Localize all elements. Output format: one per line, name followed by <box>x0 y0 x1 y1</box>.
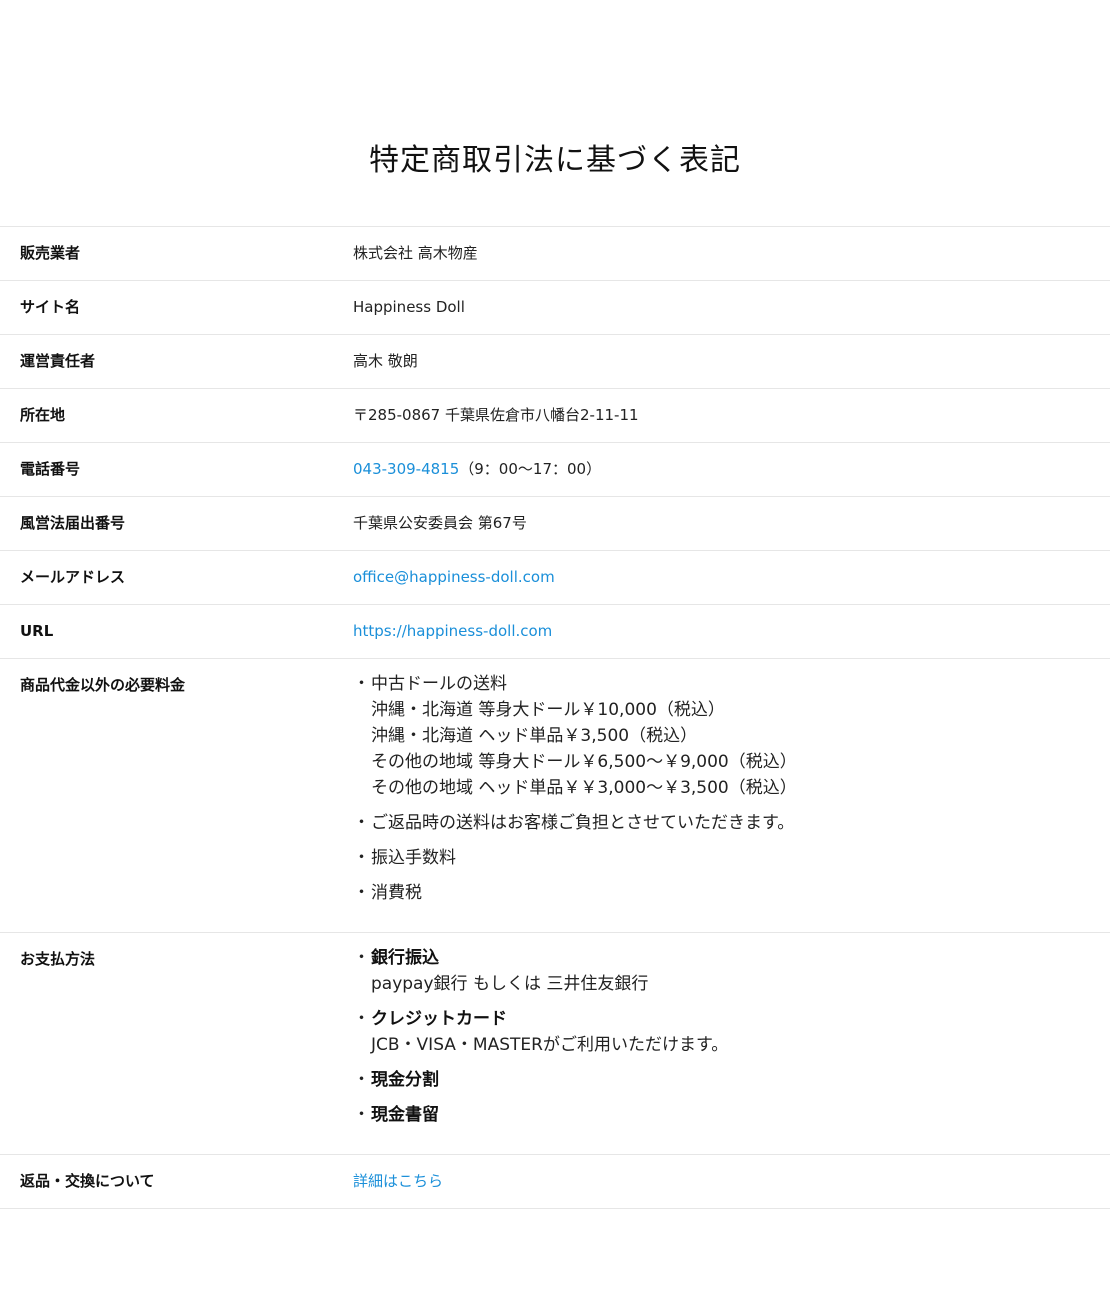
row-manager: 運営責任者 高木 敬朗 <box>0 334 1110 389</box>
fee-shipping-line: 沖縄・北海道 ヘッド単品￥3,500（税込） <box>371 726 698 746</box>
payment-list: 銀行振込 paypay銀行 もしくは 三井住友銀行 クレジットカード JCB・V… <box>353 945 1110 1128</box>
row-value: Happiness Doll <box>353 298 465 316</box>
list-item: 消費税 <box>353 880 1110 906</box>
list-item: 中古ドールの送料 沖縄・北海道 等身大ドール￥10,000（税込） 沖縄・北海道… <box>353 671 1110 801</box>
row-label: 商品代金以外の必要料金 <box>20 676 186 694</box>
row-email: メールアドレス office@happiness-doll.com <box>0 550 1110 605</box>
row-url: URL https://happiness-doll.com <box>0 604 1110 659</box>
list-item: 振込手数料 <box>353 845 1110 871</box>
row-value: 中古ドールの送料 沖縄・北海道 等身大ドール￥10,000（税込） 沖縄・北海道… <box>353 659 1110 933</box>
row-value: office@happiness-doll.com <box>353 551 1110 605</box>
row-seller: 販売業者 株式会社 高木物産 <box>0 226 1110 281</box>
fee-shipping-line: その他の地域 等身大ドール￥6,500〜￥9,000（税込） <box>371 752 797 772</box>
fee-shipping-line: その他の地域 ヘッド単品￥￥3,000〜￥3,500（税込） <box>371 778 797 798</box>
row-label: 返品・交換について <box>20 1172 155 1190</box>
row-payment: お支払方法 銀行振込 paypay銀行 もしくは 三井住友銀行 クレジットカード… <box>0 932 1110 1155</box>
list-item: 現金書留 <box>353 1102 1110 1128</box>
list-item: 現金分割 <box>353 1067 1110 1093</box>
legal-info-table: 販売業者 株式会社 高木物産 サイト名 Happiness Doll 運営責任者… <box>0 226 1110 1209</box>
row-value: 株式会社 高木物産 <box>353 244 478 262</box>
row-label: 販売業者 <box>20 244 81 262</box>
row-label: サイト名 <box>20 298 81 316</box>
payment-bank-detail: paypay銀行 もしくは 三井住友銀行 <box>371 974 649 994</box>
row-site-name: サイト名 Happiness Doll <box>0 280 1110 335</box>
returns-details-link[interactable]: 詳細はこちら <box>353 1172 443 1190</box>
list-item: ご返品時の送料はお客様ご負担とさせていただきます。 <box>353 810 1110 836</box>
row-value: 高木 敬朗 <box>353 352 418 370</box>
row-returns: 返品・交換について 詳細はこちら <box>0 1154 1110 1209</box>
fee-shipping-title: 中古ドールの送料 <box>371 674 507 694</box>
payment-bank-title: 銀行振込 <box>371 948 439 968</box>
payment-card-title: クレジットカード <box>371 1009 507 1029</box>
row-label: 運営責任者 <box>20 352 96 370</box>
payment-cash-registered: 現金書留 <box>371 1105 439 1125</box>
payment-cash-installment: 現金分割 <box>371 1070 439 1090</box>
payment-card-detail: JCB・VISA・MASTERがご利用いただけます。 <box>371 1035 729 1055</box>
row-value: https://happiness-doll.com <box>353 605 1110 659</box>
fee-shipping-line: 沖縄・北海道 等身大ドール￥10,000（税込） <box>371 700 725 720</box>
row-label: お支払方法 <box>20 950 96 968</box>
fees-list: 中古ドールの送料 沖縄・北海道 等身大ドール￥10,000（税込） 沖縄・北海道… <box>353 671 1110 906</box>
row-phone: 電話番号 043-309-4815（9：00〜17：00） <box>0 442 1110 497</box>
phone-hours: （9：00〜17：00） <box>459 460 602 478</box>
page-title: 特定商取引法に基づく表記 <box>369 143 741 178</box>
row-fees: 商品代金以外の必要料金 中古ドールの送料 沖縄・北海道 等身大ドール￥10,00… <box>0 658 1110 933</box>
row-value: 銀行振込 paypay銀行 もしくは 三井住友銀行 クレジットカード JCB・V… <box>353 933 1110 1155</box>
row-license: 風営法届出番号 千葉県公安委員会 第67号 <box>0 496 1110 551</box>
list-item: 銀行振込 paypay銀行 もしくは 三井住友銀行 <box>353 945 1110 997</box>
row-label: メールアドレス <box>20 568 126 586</box>
row-label: 電話番号 <box>20 460 81 478</box>
row-value: 詳細はこちら <box>353 1155 1110 1209</box>
site-url-link[interactable]: https://happiness-doll.com <box>353 622 552 640</box>
row-value: 千葉県公安委員会 第67号 <box>353 514 527 532</box>
row-value: 〒285-0867 千葉県佐倉市八幡台2-11-11 <box>353 406 639 424</box>
row-label: URL <box>20 622 54 640</box>
row-value: 043-309-4815（9：00〜17：00） <box>353 443 1110 497</box>
phone-link[interactable]: 043-309-4815 <box>353 460 459 478</box>
list-item: クレジットカード JCB・VISA・MASTERがご利用いただけます。 <box>353 1006 1110 1058</box>
row-label: 風営法届出番号 <box>20 514 126 532</box>
row-label: 所在地 <box>20 406 66 424</box>
email-link[interactable]: office@happiness-doll.com <box>353 568 555 586</box>
row-address: 所在地 〒285-0867 千葉県佐倉市八幡台2-11-11 <box>0 388 1110 443</box>
